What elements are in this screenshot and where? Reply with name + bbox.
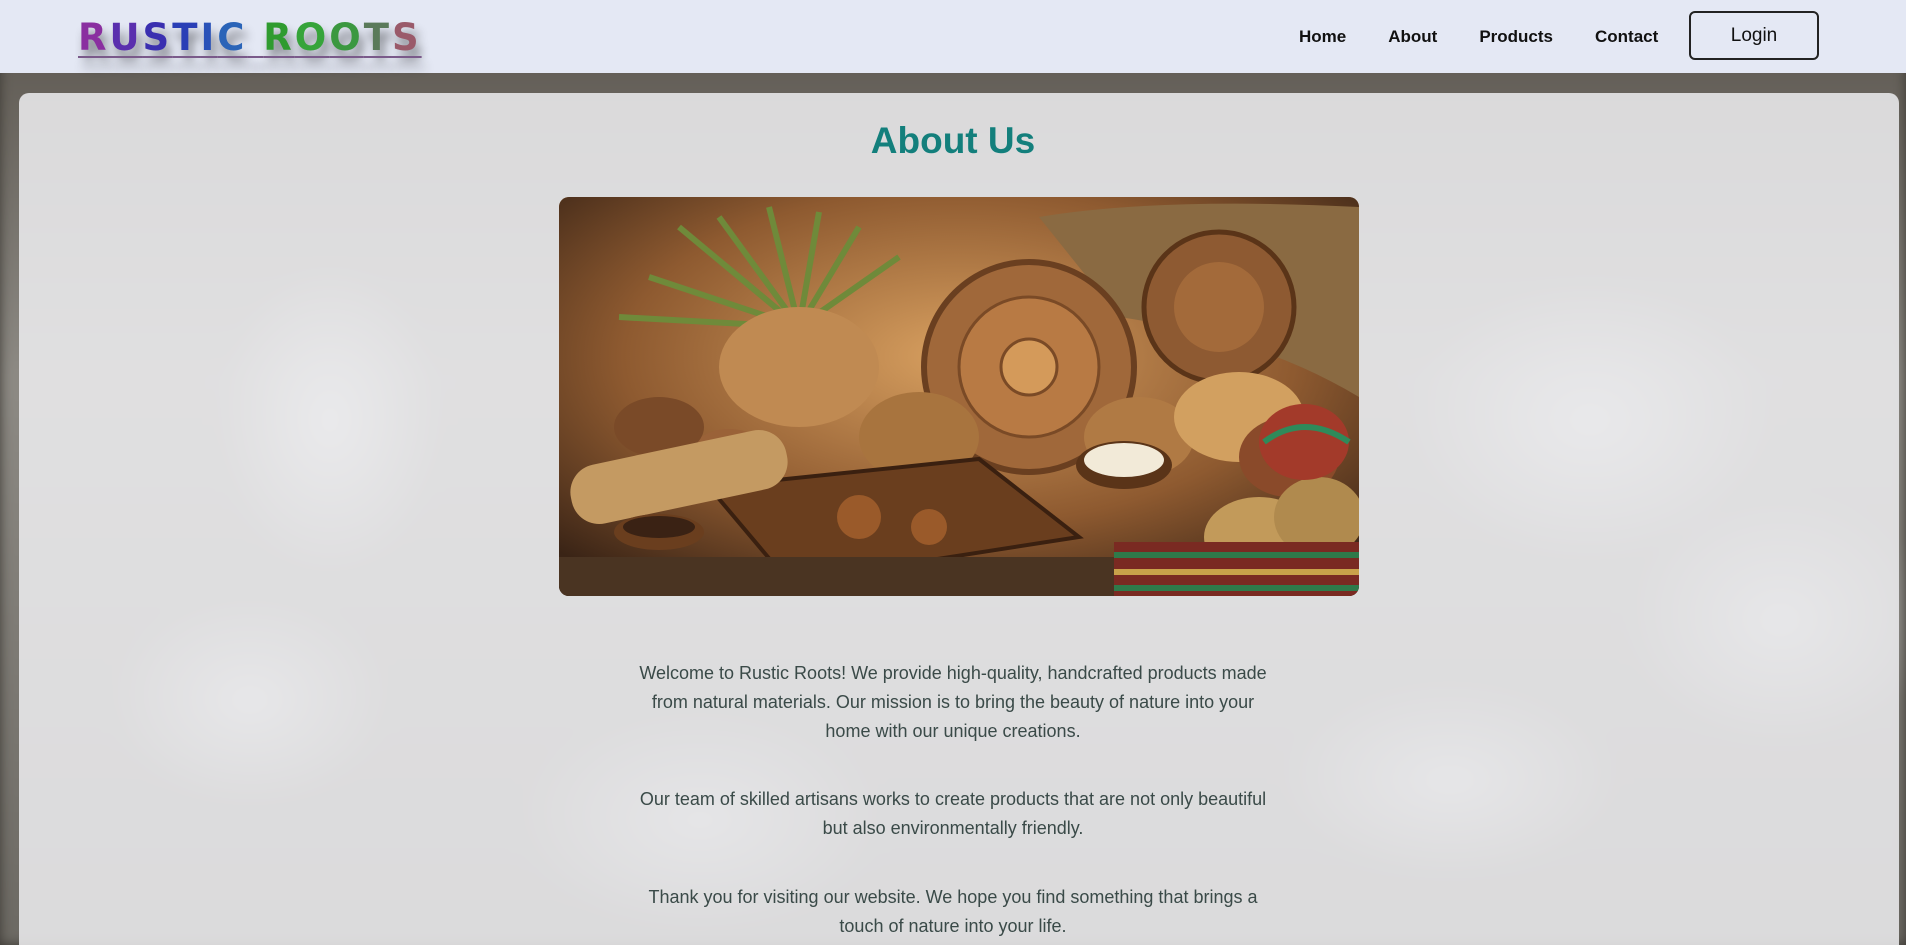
page-title: About Us [870,120,1036,161]
site-logo[interactable]: RUSTIC ROOTS [78,19,422,56]
team-paragraph: Our team of skilled artisans works to cr… [639,789,1267,838]
nav-about[interactable]: About [1388,27,1437,47]
nav-home[interactable]: Home [1299,27,1346,47]
hero-image [559,197,1359,596]
handcrafted-goods-image-icon [559,197,1359,596]
intro-paragraph: Welcome to Rustic Roots! We provide high… [639,663,1267,741]
thanks-paragraph: Thank you for visiting our website. We h… [648,887,1258,936]
main-nav: Home About Products Contact [1299,27,1700,47]
nav-products[interactable]: Products [1479,27,1553,47]
site-header: RUSTIC ROOTS Home About Products Contact… [0,0,1906,73]
login-button[interactable]: Login [1689,11,1819,60]
nav-contact[interactable]: Contact [1595,27,1658,47]
